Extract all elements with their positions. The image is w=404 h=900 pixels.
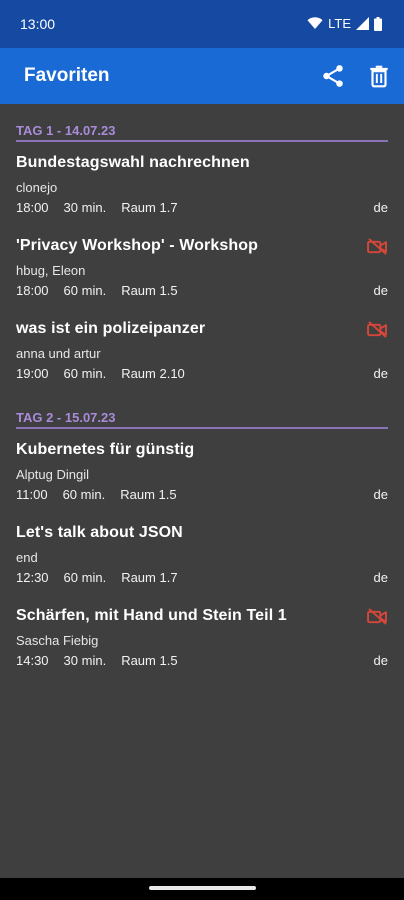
- trash-icon: [370, 65, 388, 88]
- status-time: 13:00: [20, 16, 56, 32]
- session-title: Kubernetes für günstig: [16, 441, 195, 458]
- session-item[interactable]: Kubernetes für günstig Alptug Dingil 11:00…: [16, 429, 388, 512]
- session-title: was ist ein polizeipanzer: [16, 320, 206, 337]
- session-time: 12:30: [16, 570, 49, 585]
- session-item[interactable]: was ist ein polizeipanzer anna und artur 1…: [16, 308, 388, 391]
- share-icon: [323, 65, 343, 87]
- session-language: de: [373, 487, 388, 502]
- home-gesture-handle[interactable]: [149, 886, 256, 890]
- session-duration: 60 min.: [62, 487, 106, 502]
- wifi-icon: [307, 17, 323, 29]
- session-item[interactable]: Let's talk about JSON end 12:30 60 min. Raum…: [16, 512, 388, 595]
- session-title: Bundestagswahl nachrechnen: [16, 154, 250, 171]
- session-language: de: [373, 366, 388, 381]
- session-language: de: [373, 570, 388, 585]
- session-duration: 60 min.: [63, 366, 107, 381]
- session-language: de: [373, 200, 388, 215]
- session-time: 18:00: [16, 200, 49, 215]
- session-meta: 14:30 30 min. Raum 1.5: [16, 653, 193, 668]
- session-room: Raum 1.5: [121, 283, 178, 298]
- navigation-bar: [0, 878, 404, 900]
- day-header: TAG 1 - 14.07.23: [16, 104, 388, 142]
- favorites-list: TAG 1 - 14.07.23 Bundestagswahl nachrechn…: [0, 104, 404, 678]
- signal-icon: [356, 17, 369, 30]
- page-title: Favoriten: [24, 65, 110, 86]
- session-room: Raum 1.7: [121, 570, 178, 585]
- battery-icon: [374, 16, 382, 31]
- session-duration: 60 min.: [63, 283, 107, 298]
- session-meta: 18:00 60 min. Raum 1.5: [16, 283, 193, 298]
- session-title: Let's talk about JSON: [16, 524, 183, 541]
- session-item[interactable]: 'Privacy Workshop' - Workshop hbug, Eleon…: [16, 225, 388, 308]
- session-speakers: Alptug Dingil: [16, 467, 89, 482]
- day-header: TAG 2 - 15.07.23: [16, 391, 388, 429]
- no-video-icon: [367, 321, 387, 338]
- app-bar: Favoriten: [0, 48, 404, 104]
- session-time: 11:00: [16, 487, 48, 502]
- session-speakers: anna und artur: [16, 346, 101, 361]
- session-duration: 60 min.: [63, 570, 107, 585]
- session-meta: 18:00 30 min. Raum 1.7: [16, 200, 193, 215]
- session-duration: 30 min.: [63, 653, 107, 668]
- session-title: 'Privacy Workshop' - Workshop: [16, 237, 258, 254]
- network-type: LTE: [328, 16, 351, 31]
- no-video-icon: [367, 608, 387, 625]
- day-label: TAG 2 - 15.07.23: [16, 410, 116, 425]
- session-speakers: end: [16, 550, 38, 565]
- session-room: Raum 1.5: [121, 653, 178, 668]
- session-speakers: clonejo: [16, 180, 58, 195]
- session-speakers: Sascha Fiebig: [16, 633, 99, 648]
- session-room: Raum 1.5: [120, 487, 177, 502]
- session-room: Raum 1.7: [121, 200, 178, 215]
- session-room: Raum 2.10: [121, 366, 185, 381]
- no-video-icon: [367, 238, 387, 255]
- delete-button[interactable]: [366, 63, 392, 89]
- session-meta: 12:30 60 min. Raum 1.7: [16, 570, 193, 585]
- session-time: 14:30: [16, 653, 49, 668]
- share-button[interactable]: [320, 63, 346, 89]
- session-speakers: hbug, Eleon: [16, 263, 86, 278]
- session-item[interactable]: Schärfen, mit Hand und Stein Teil 1 Sasch…: [16, 595, 388, 678]
- status-icons: LTE: [307, 16, 382, 31]
- session-language: de: [373, 653, 388, 668]
- session-language: de: [373, 283, 388, 298]
- session-duration: 30 min.: [63, 200, 107, 215]
- session-item[interactable]: Bundestagswahl nachrechnen clonejo 18:00 30…: [16, 142, 388, 225]
- session-time: 18:00: [16, 283, 49, 298]
- status-bar: 13:00 LTE: [0, 0, 404, 48]
- session-meta: 11:00 60 min. Raum 1.5: [16, 487, 192, 502]
- session-title: Schärfen, mit Hand und Stein Teil 1: [16, 607, 287, 624]
- session-time: 19:00: [16, 366, 49, 381]
- day-label: TAG 1 - 14.07.23: [16, 123, 116, 138]
- session-meta: 19:00 60 min. Raum 2.10: [16, 366, 200, 381]
